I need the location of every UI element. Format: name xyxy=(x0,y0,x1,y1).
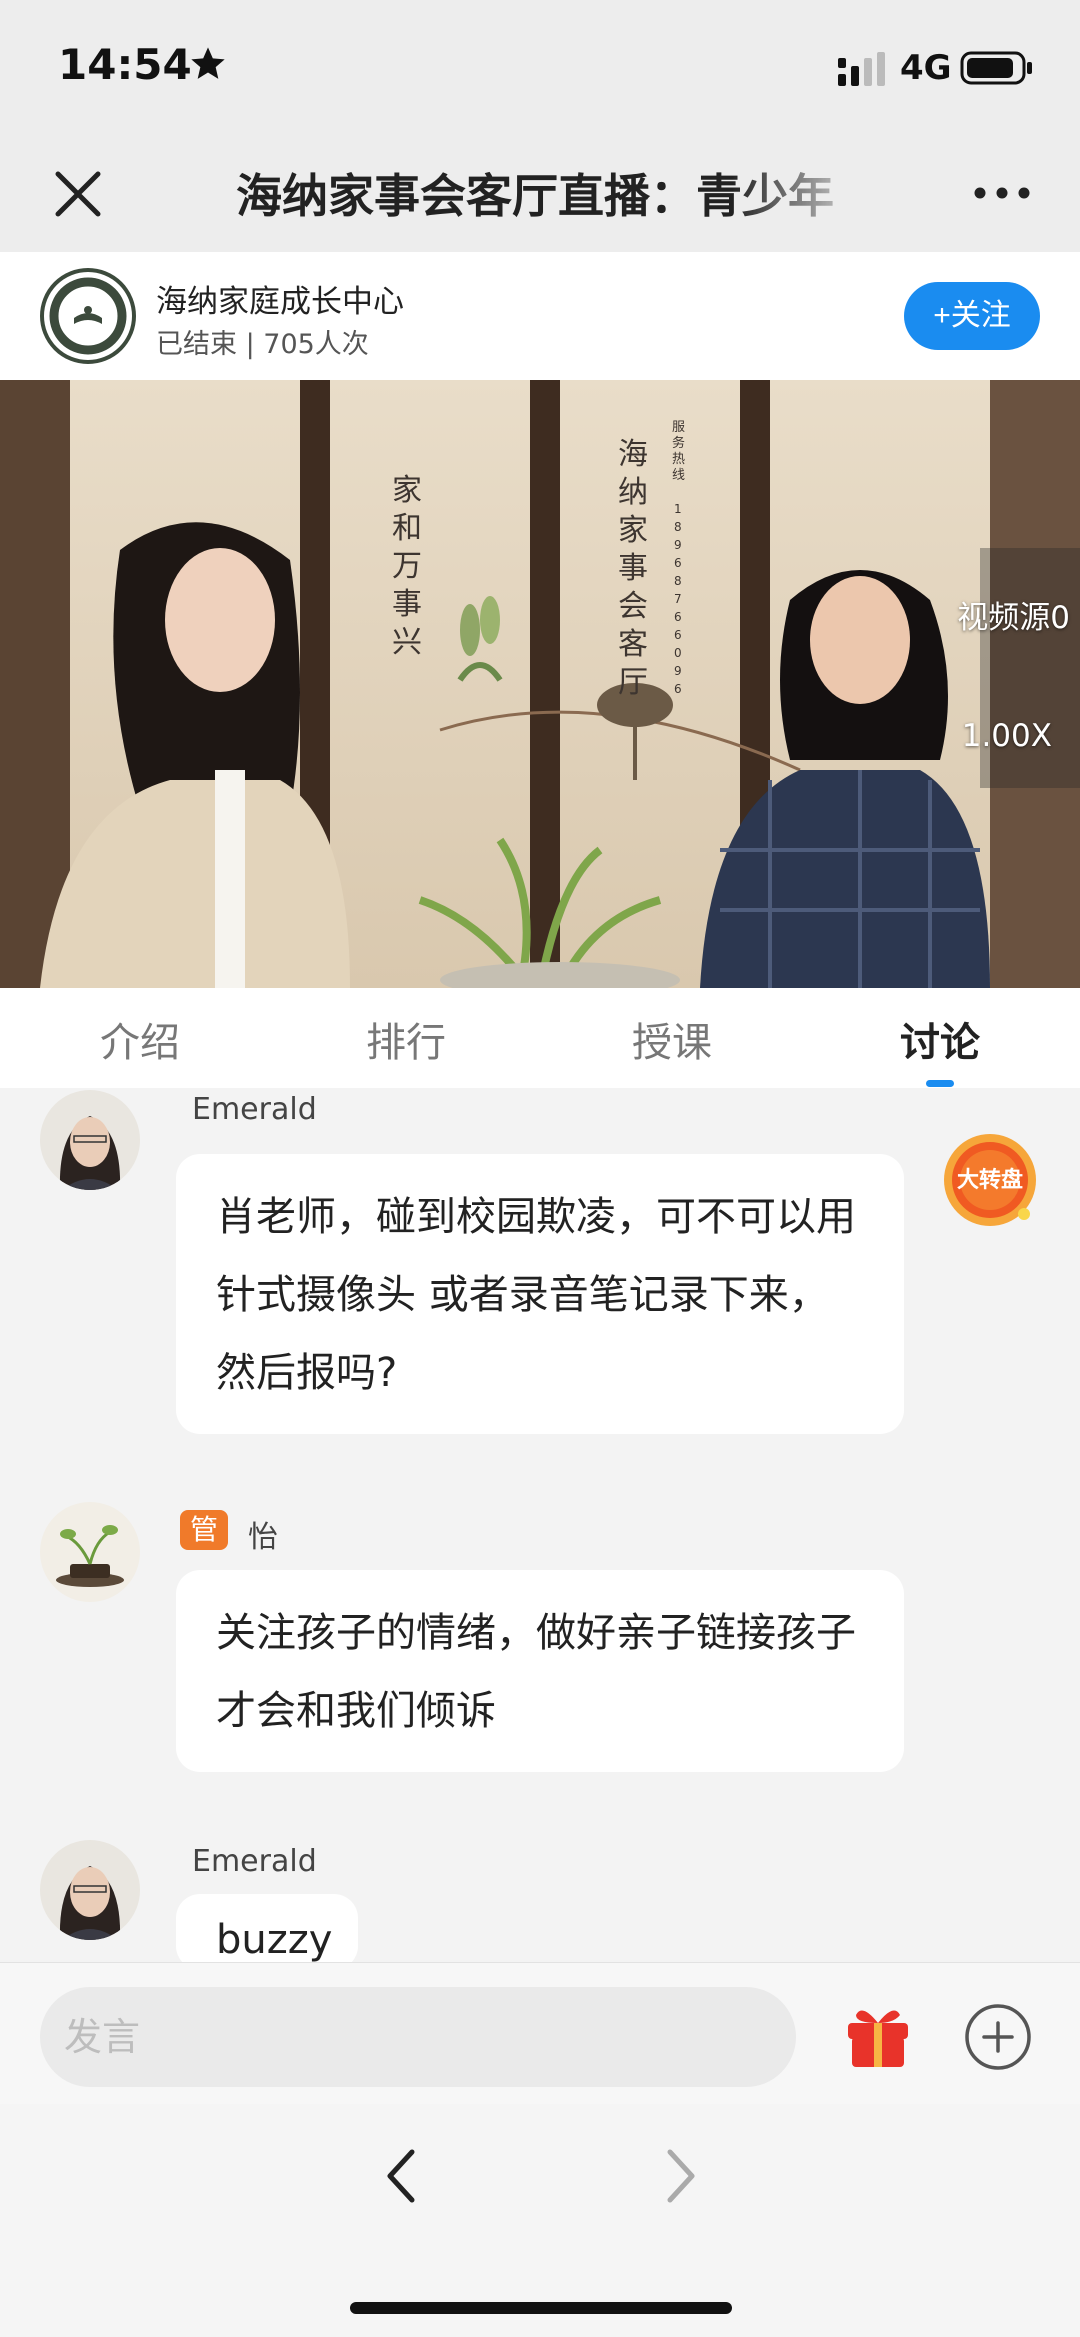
avatar[interactable] xyxy=(40,1502,140,1602)
host-bar: 海纳家庭成长中心 已结束 | 705人次 +关注 xyxy=(0,252,1080,380)
status-time: 14:54 xyxy=(58,40,192,89)
tab-ranking[interactable]: 排行 xyxy=(326,1010,486,1068)
message-bubble[interactable]: 关注孩子的情绪，做好亲子链接孩子才会和我们倾诉 xyxy=(176,1570,904,1772)
tab-discussion[interactable]: 讨论 xyxy=(860,1010,1020,1068)
avatar[interactable] xyxy=(40,1090,140,1190)
battery-icon xyxy=(960,51,1032,85)
host-name[interactable]: 海纳家庭成长中心 xyxy=(156,276,404,321)
message-author: 怡 xyxy=(248,1520,278,1555)
add-icon[interactable] xyxy=(964,2003,1032,2071)
gift-icon[interactable] xyxy=(842,1999,914,2071)
more-options-icon[interactable] xyxy=(972,178,1032,208)
discussion-list[interactable]: Emerald 肖老师，碰到校园欺凌，可不可以用针式摄像头 或者录音笔记录下来，… xyxy=(0,1088,1080,1962)
forward-arrow-icon[interactable] xyxy=(656,2144,704,2208)
message-bubble[interactable]: 肖老师，碰到校园欺凌，可不可以用针式摄像头 或者录音笔记录下来，然后报吗? xyxy=(176,1154,904,1434)
title-bar: 海纳家事会客厅直播：青少年 xyxy=(0,132,1080,252)
wall-text-middle: 海纳家事会客厅 xyxy=(618,437,648,700)
active-tab-indicator xyxy=(926,1080,954,1087)
message-author: Emerald xyxy=(192,1092,317,1127)
tab-bar: 介绍 排行 授课 讨论 xyxy=(0,988,1080,1088)
status-bar: 14:54 4G xyxy=(0,0,1080,132)
tab-intro[interactable]: 介绍 xyxy=(60,1010,220,1068)
admin-badge: 管 xyxy=(180,1510,228,1550)
chat-input-bar xyxy=(0,1962,1080,2104)
page-title: 海纳家事会客厅直播：青少年 xyxy=(236,169,834,223)
video-player[interactable]: 家和万事兴 海纳家事会客厅 服务热线 18968766096 视频源0 1.00… xyxy=(0,380,1080,988)
message-bubble[interactable]: buzzy xyxy=(176,1894,358,1962)
signal-icon xyxy=(838,52,885,86)
lucky-wheel-button[interactable]: 大转盘 xyxy=(940,1130,1040,1230)
host-logo[interactable] xyxy=(40,268,136,364)
host-meta: 已结束 | 705人次 xyxy=(156,329,369,360)
follow-button[interactable]: +关注 xyxy=(904,282,1040,350)
wall-text-left: 家和万事兴 xyxy=(392,473,422,660)
network-type: 4G xyxy=(900,48,952,88)
avatar[interactable] xyxy=(40,1840,140,1940)
message-author: Emerald xyxy=(192,1844,317,1879)
video-frame xyxy=(0,380,1080,988)
chat-input[interactable] xyxy=(40,1987,796,2087)
lucky-wheel-label: 大转盘 xyxy=(956,1168,1023,1193)
home-indicator[interactable] xyxy=(350,2302,732,2314)
playback-speed-button[interactable]: 1.00X xyxy=(962,718,1052,754)
video-source-button[interactable]: 视频源0 xyxy=(957,592,1070,637)
wall-text-hotline-label: 服务热线 xyxy=(672,420,686,483)
browser-nav-bar xyxy=(0,2104,1080,2337)
tab-lessons[interactable]: 授课 xyxy=(592,1010,752,1068)
wall-text-hotline: 18968766096 xyxy=(674,502,682,696)
close-icon[interactable] xyxy=(50,166,106,222)
back-arrow-icon[interactable] xyxy=(378,2144,426,2208)
star-icon xyxy=(191,47,225,79)
